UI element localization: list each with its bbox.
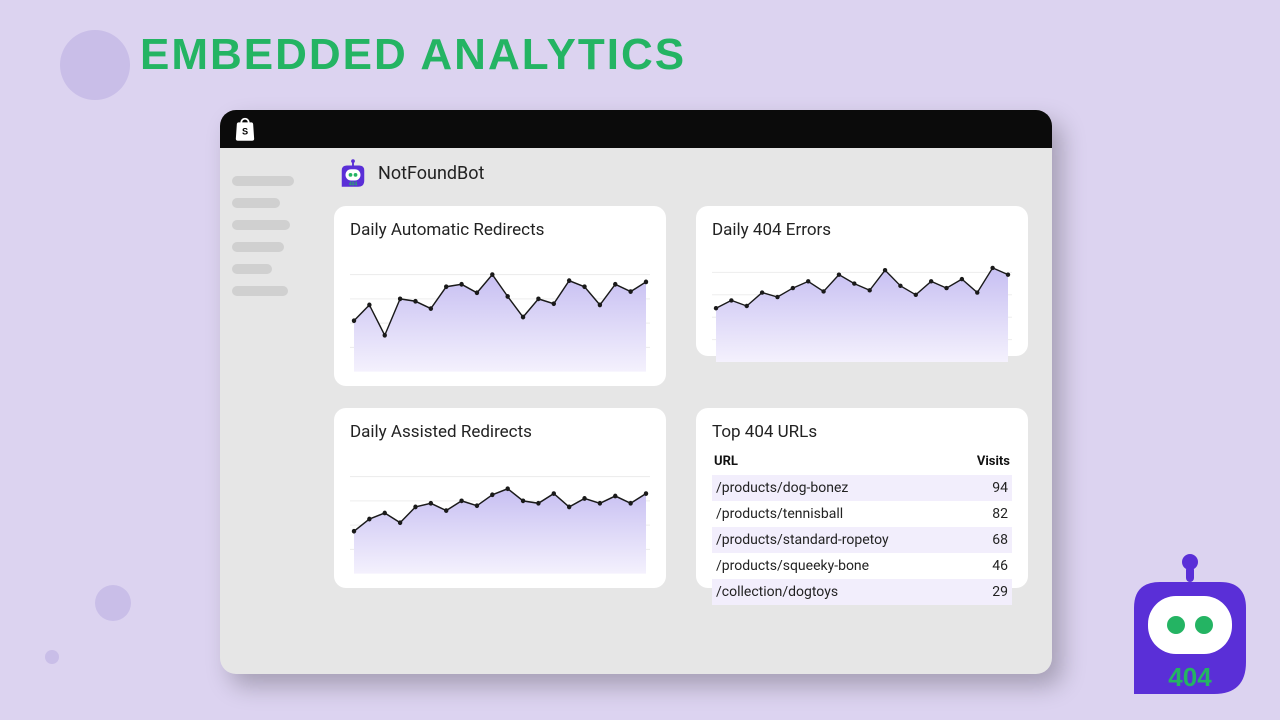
cell-url: /collection/dogtoys bbox=[716, 584, 838, 600]
notfoundbot-logo-icon: 404 bbox=[1120, 552, 1260, 702]
shopify-bag-icon: S bbox=[234, 116, 256, 142]
card-title: Daily Automatic Redirects bbox=[350, 220, 650, 240]
table-row[interactable]: /products/squeeky-bone 46 bbox=[712, 553, 1012, 579]
sidebar-item-placeholder[interactable] bbox=[232, 264, 272, 274]
page-title: EMBEDDED ANALYTICS bbox=[140, 30, 686, 80]
table-body: /products/dog-bonez 94/products/tennisbal… bbox=[712, 475, 1012, 605]
svg-text:404: 404 bbox=[349, 182, 358, 188]
decorative-circle bbox=[45, 650, 59, 664]
sidebar bbox=[220, 148, 310, 674]
sidebar-item-placeholder[interactable] bbox=[232, 220, 290, 230]
chart-assisted-redirects bbox=[350, 448, 650, 578]
chart-404-errors bbox=[712, 246, 1012, 366]
chart-auto-redirects bbox=[350, 246, 650, 376]
col-header-url: URL bbox=[714, 454, 738, 469]
app-logo-icon: 404 bbox=[338, 158, 368, 188]
col-header-visits: Visits bbox=[977, 454, 1010, 469]
table-row[interactable]: /collection/dogtoys 29 bbox=[712, 579, 1012, 605]
cell-visits: 68 bbox=[992, 532, 1008, 548]
decorative-circle bbox=[60, 30, 130, 100]
card-title: Daily Assisted Redirects bbox=[350, 422, 650, 442]
table-row[interactable]: /products/tennisball 82 bbox=[712, 501, 1012, 527]
sidebar-item-placeholder[interactable] bbox=[232, 242, 284, 252]
cell-visits: 46 bbox=[992, 558, 1008, 574]
card-top-404-urls: Top 404 URLs URL Visits /products/dog-bo… bbox=[696, 408, 1028, 588]
sidebar-item-placeholder[interactable] bbox=[232, 286, 288, 296]
cell-visits: 82 bbox=[992, 506, 1008, 522]
card-title: Daily 404 Errors bbox=[712, 220, 1012, 240]
decorative-circle bbox=[95, 585, 131, 621]
app-content: 404 NotFoundBot Daily Automatic Redirect… bbox=[310, 148, 1052, 674]
cell-url: /products/tennisball bbox=[716, 506, 843, 522]
card-daily-auto-redirects: Daily Automatic Redirects bbox=[334, 206, 666, 386]
card-daily-404-errors: Daily 404 Errors bbox=[696, 206, 1028, 356]
cell-visits: 94 bbox=[992, 480, 1008, 496]
bot-404-label: 404 bbox=[1168, 662, 1212, 692]
table-header-row: URL Visits bbox=[712, 448, 1012, 475]
app-window: S 404 bbox=[220, 110, 1052, 674]
app-name: NotFoundBot bbox=[378, 163, 484, 184]
app-titlebar: S bbox=[220, 110, 1052, 148]
cell-url: /products/dog-bonez bbox=[716, 480, 848, 496]
card-daily-assisted-redirects: Daily Assisted Redirects bbox=[334, 408, 666, 588]
cell-url: /products/squeeky-bone bbox=[716, 558, 869, 574]
cell-url: /products/standard-ropetoy bbox=[716, 532, 889, 548]
app-header: 404 NotFoundBot bbox=[334, 158, 1028, 188]
table-row[interactable]: /products/standard-ropetoy 68 bbox=[712, 527, 1012, 553]
card-title: Top 404 URLs bbox=[712, 422, 1012, 442]
cell-visits: 29 bbox=[992, 584, 1008, 600]
table-row[interactable]: /products/dog-bonez 94 bbox=[712, 475, 1012, 501]
svg-text:S: S bbox=[242, 126, 248, 136]
sidebar-item-placeholder[interactable] bbox=[232, 176, 294, 186]
sidebar-item-placeholder[interactable] bbox=[232, 198, 280, 208]
